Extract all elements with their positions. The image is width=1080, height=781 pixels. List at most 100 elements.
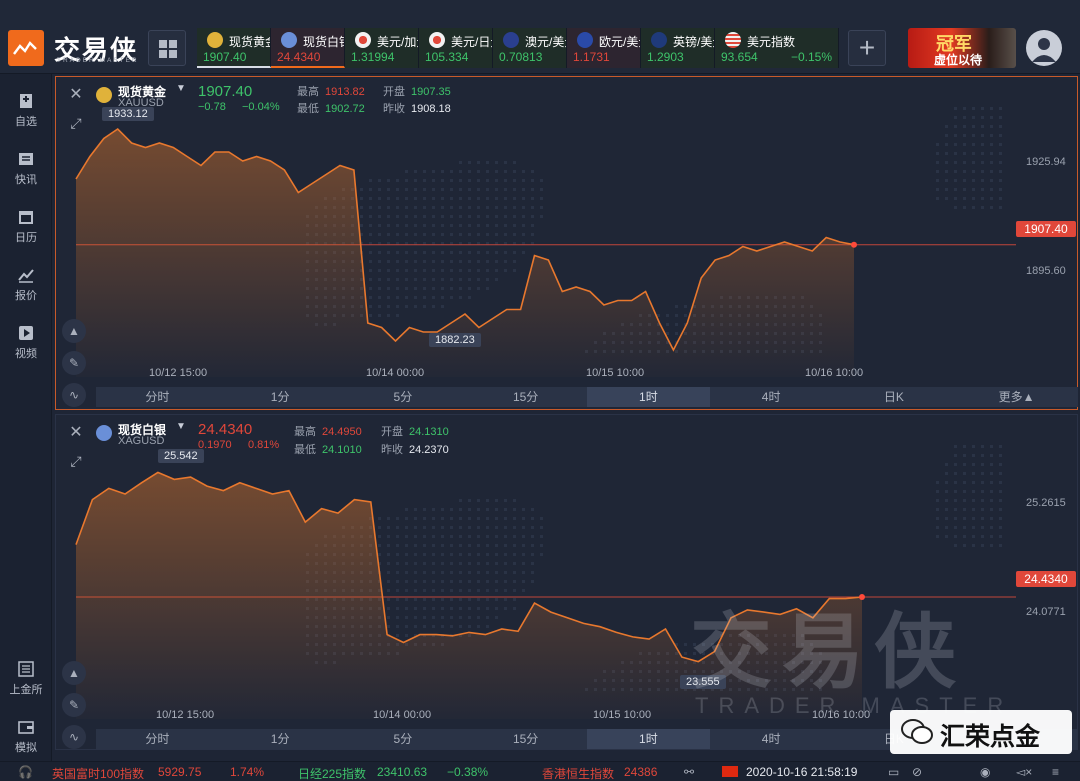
sidebar-item-watchlist[interactable]: 自选 bbox=[0, 80, 52, 130]
headset-icon[interactable]: 🎧 bbox=[18, 765, 33, 779]
chart-type-icon[interactable]: ▲ bbox=[62, 319, 86, 343]
stat-label: 最高 bbox=[297, 86, 319, 98]
stat-label: 最低 bbox=[297, 103, 319, 115]
mute-icon[interactable]: ◅× bbox=[1016, 765, 1032, 779]
sidebar-item-news[interactable]: 快讯 bbox=[0, 138, 52, 188]
ticker-gold[interactable]: 现货黄金 1907.40 bbox=[197, 28, 271, 68]
tab-timeframe[interactable]: 1分 bbox=[219, 387, 342, 407]
dropdown-icon[interactable]: ▼ bbox=[176, 421, 186, 432]
stat-high: 24.4950 bbox=[322, 426, 362, 438]
gold-coin-icon bbox=[207, 32, 223, 48]
layout-grid-button[interactable] bbox=[148, 30, 186, 66]
stat-label: 开盘 bbox=[381, 426, 403, 438]
sidebar-item-sge[interactable]: 上金所 bbox=[0, 648, 52, 698]
ticker-value: 1.2903 bbox=[647, 50, 684, 64]
flag-icon bbox=[503, 32, 519, 48]
tab-timeframe[interactable]: 分时 bbox=[96, 729, 219, 749]
sidebar-item-label: 快讯 bbox=[15, 174, 37, 186]
link-icon[interactable]: ⚯ bbox=[684, 765, 694, 779]
x-tick-label: 10/12 15:00 bbox=[156, 709, 215, 721]
ticker-dxy[interactable]: 美元指数 93.654 −0.15% bbox=[715, 28, 839, 68]
dropdown-icon[interactable]: ▼ bbox=[176, 83, 186, 94]
tab-timeframe[interactable]: 分时 bbox=[96, 387, 219, 407]
stat-high: 1913.82 bbox=[325, 86, 365, 98]
x-tick-label: 10/14 00:00 bbox=[373, 709, 432, 721]
close-icon[interactable]: ✕ bbox=[66, 85, 86, 105]
promo-banner[interactable]: 冠军 虚位以待 bbox=[908, 28, 1016, 68]
tab-timeframe[interactable]: 15分 bbox=[464, 729, 587, 749]
index-name[interactable]: 英国富时100指数 bbox=[52, 765, 144, 781]
expand-icon[interactable]: ⤢ bbox=[66, 453, 86, 473]
status-bar: 🎧 英国富时100指数 5929.75 1.74% 日经225指数 23410.… bbox=[0, 761, 1080, 781]
index-change: −0.38% bbox=[447, 765, 489, 779]
x-tick-label: 10/14 00:00 bbox=[366, 367, 425, 379]
ticker-eurusd[interactable]: 欧元/美元 1.1731 bbox=[567, 28, 641, 68]
ticker-strip: 现货黄金 1907.40 现货白银 24.4340 美元/加元 1.31994 … bbox=[197, 28, 839, 68]
ticker-value: 1.1731 bbox=[573, 50, 610, 64]
sidebar-item-label: 自选 bbox=[15, 116, 37, 128]
top-bar: 交易侠 TRADER MASTER 现货黄金 1907.40 现货白银 24.4… bbox=[0, 0, 1080, 74]
current-price-tag: 1907.40 bbox=[1016, 221, 1076, 237]
ticker-value: 93.654 bbox=[721, 50, 758, 64]
screen-icon[interactable]: ▭ bbox=[888, 765, 899, 779]
expand-icon[interactable]: ⤢ bbox=[66, 115, 86, 135]
sidebar-item-label: 视频 bbox=[15, 348, 37, 360]
sidebar-item-video[interactable]: 视频 bbox=[0, 312, 52, 362]
index-name[interactable]: 香港恒生指数 bbox=[542, 765, 614, 781]
index-name[interactable]: 日经225指数 bbox=[298, 765, 366, 781]
instrument-price: 24.4340 bbox=[198, 421, 253, 438]
tab-timeframe[interactable]: 15分 bbox=[464, 387, 587, 407]
draw-pen-icon[interactable]: ✎ bbox=[62, 693, 86, 717]
tab-timeframe[interactable]: 4时 bbox=[710, 729, 833, 749]
chart-type-icon[interactable]: ▲ bbox=[62, 661, 86, 685]
calendar-icon bbox=[19, 211, 33, 224]
draw-pen-icon[interactable]: ✎ bbox=[62, 351, 86, 375]
app-subtitle: TRADER MASTER bbox=[57, 57, 139, 64]
sidebar-item-label: 模拟 bbox=[15, 742, 37, 754]
instrument-price: 1907.40 bbox=[198, 83, 253, 100]
indicator-icon[interactable]: ∿ bbox=[62, 383, 86, 407]
y-tick-label: 24.0771 bbox=[1026, 606, 1066, 618]
ticker-usdcad[interactable]: 美元/加元 1.31994 bbox=[345, 28, 419, 68]
stat-label: 开盘 bbox=[383, 86, 405, 98]
max-price-callout: 25.542 bbox=[158, 449, 204, 463]
tab-timeframe[interactable]: 5分 bbox=[342, 387, 465, 407]
app-window: ⬢ — ☐ ✕ 交易侠 TRADER MASTER 现货黄金 1907.40 现… bbox=[0, 0, 1080, 781]
tab-timeframe[interactable]: 日K bbox=[833, 387, 956, 407]
ticker-silver[interactable]: 现货白银 24.4340 bbox=[271, 28, 345, 68]
ticker-name: 现货白银 bbox=[303, 35, 344, 49]
add-ticker-button[interactable]: + bbox=[848, 30, 886, 66]
tab-timeframe[interactable]: 1分 bbox=[219, 729, 342, 749]
ticker-change: −0.15% bbox=[790, 50, 832, 64]
indicator-icon[interactable]: ∿ bbox=[62, 725, 86, 749]
flag-icon bbox=[355, 32, 371, 48]
y-tick-label: 1895.60 bbox=[1026, 265, 1066, 277]
stat-open: 24.1310 bbox=[409, 426, 449, 438]
tab-timeframe-more[interactable]: 更多▲ bbox=[955, 387, 1078, 407]
y-tick-label: 25.2615 bbox=[1026, 497, 1066, 509]
chart-toolbar: ▲ ✎ ∿ bbox=[62, 319, 88, 415]
camera-icon[interactable]: ◉ bbox=[980, 765, 990, 779]
ticker-usdjpy[interactable]: 美元/日元 105.334 bbox=[419, 28, 493, 68]
tab-timeframe[interactable]: 5分 bbox=[342, 729, 465, 749]
stat-label: 最低 bbox=[294, 444, 316, 456]
chart-toolbar: ▲ ✎ ∿ bbox=[62, 661, 88, 757]
close-icon[interactable]: ✕ bbox=[66, 423, 86, 443]
tab-timeframe[interactable]: 1时 bbox=[587, 387, 710, 407]
user-avatar[interactable] bbox=[1026, 30, 1062, 66]
ticker-name: 美元指数 bbox=[747, 35, 796, 49]
ticker-gbpusd[interactable]: 英镑/美元 1.2903 bbox=[641, 28, 715, 68]
exchange-icon bbox=[18, 661, 34, 677]
ticker-value: 0.70813 bbox=[499, 50, 543, 64]
tab-timeframe[interactable]: 1时 bbox=[587, 729, 710, 749]
no-signal-icon[interactable]: ⊘ bbox=[912, 765, 922, 779]
sidebar-item-calendar[interactable]: 日历 bbox=[0, 196, 52, 246]
tab-timeframe[interactable]: 4时 bbox=[710, 387, 833, 407]
x-tick-label: 10/15 10:00 bbox=[593, 709, 652, 721]
menu-icon[interactable]: ≡ bbox=[1052, 765, 1059, 779]
sidebar-item-simulate[interactable]: 模拟 bbox=[0, 706, 52, 756]
ticker-audusd[interactable]: 澳元/美元 0.70813 bbox=[493, 28, 567, 68]
silver-coin-icon bbox=[96, 425, 112, 441]
sidebar-item-quotes[interactable]: 报价 bbox=[0, 254, 52, 304]
price-chart-gold[interactable] bbox=[56, 77, 1077, 409]
